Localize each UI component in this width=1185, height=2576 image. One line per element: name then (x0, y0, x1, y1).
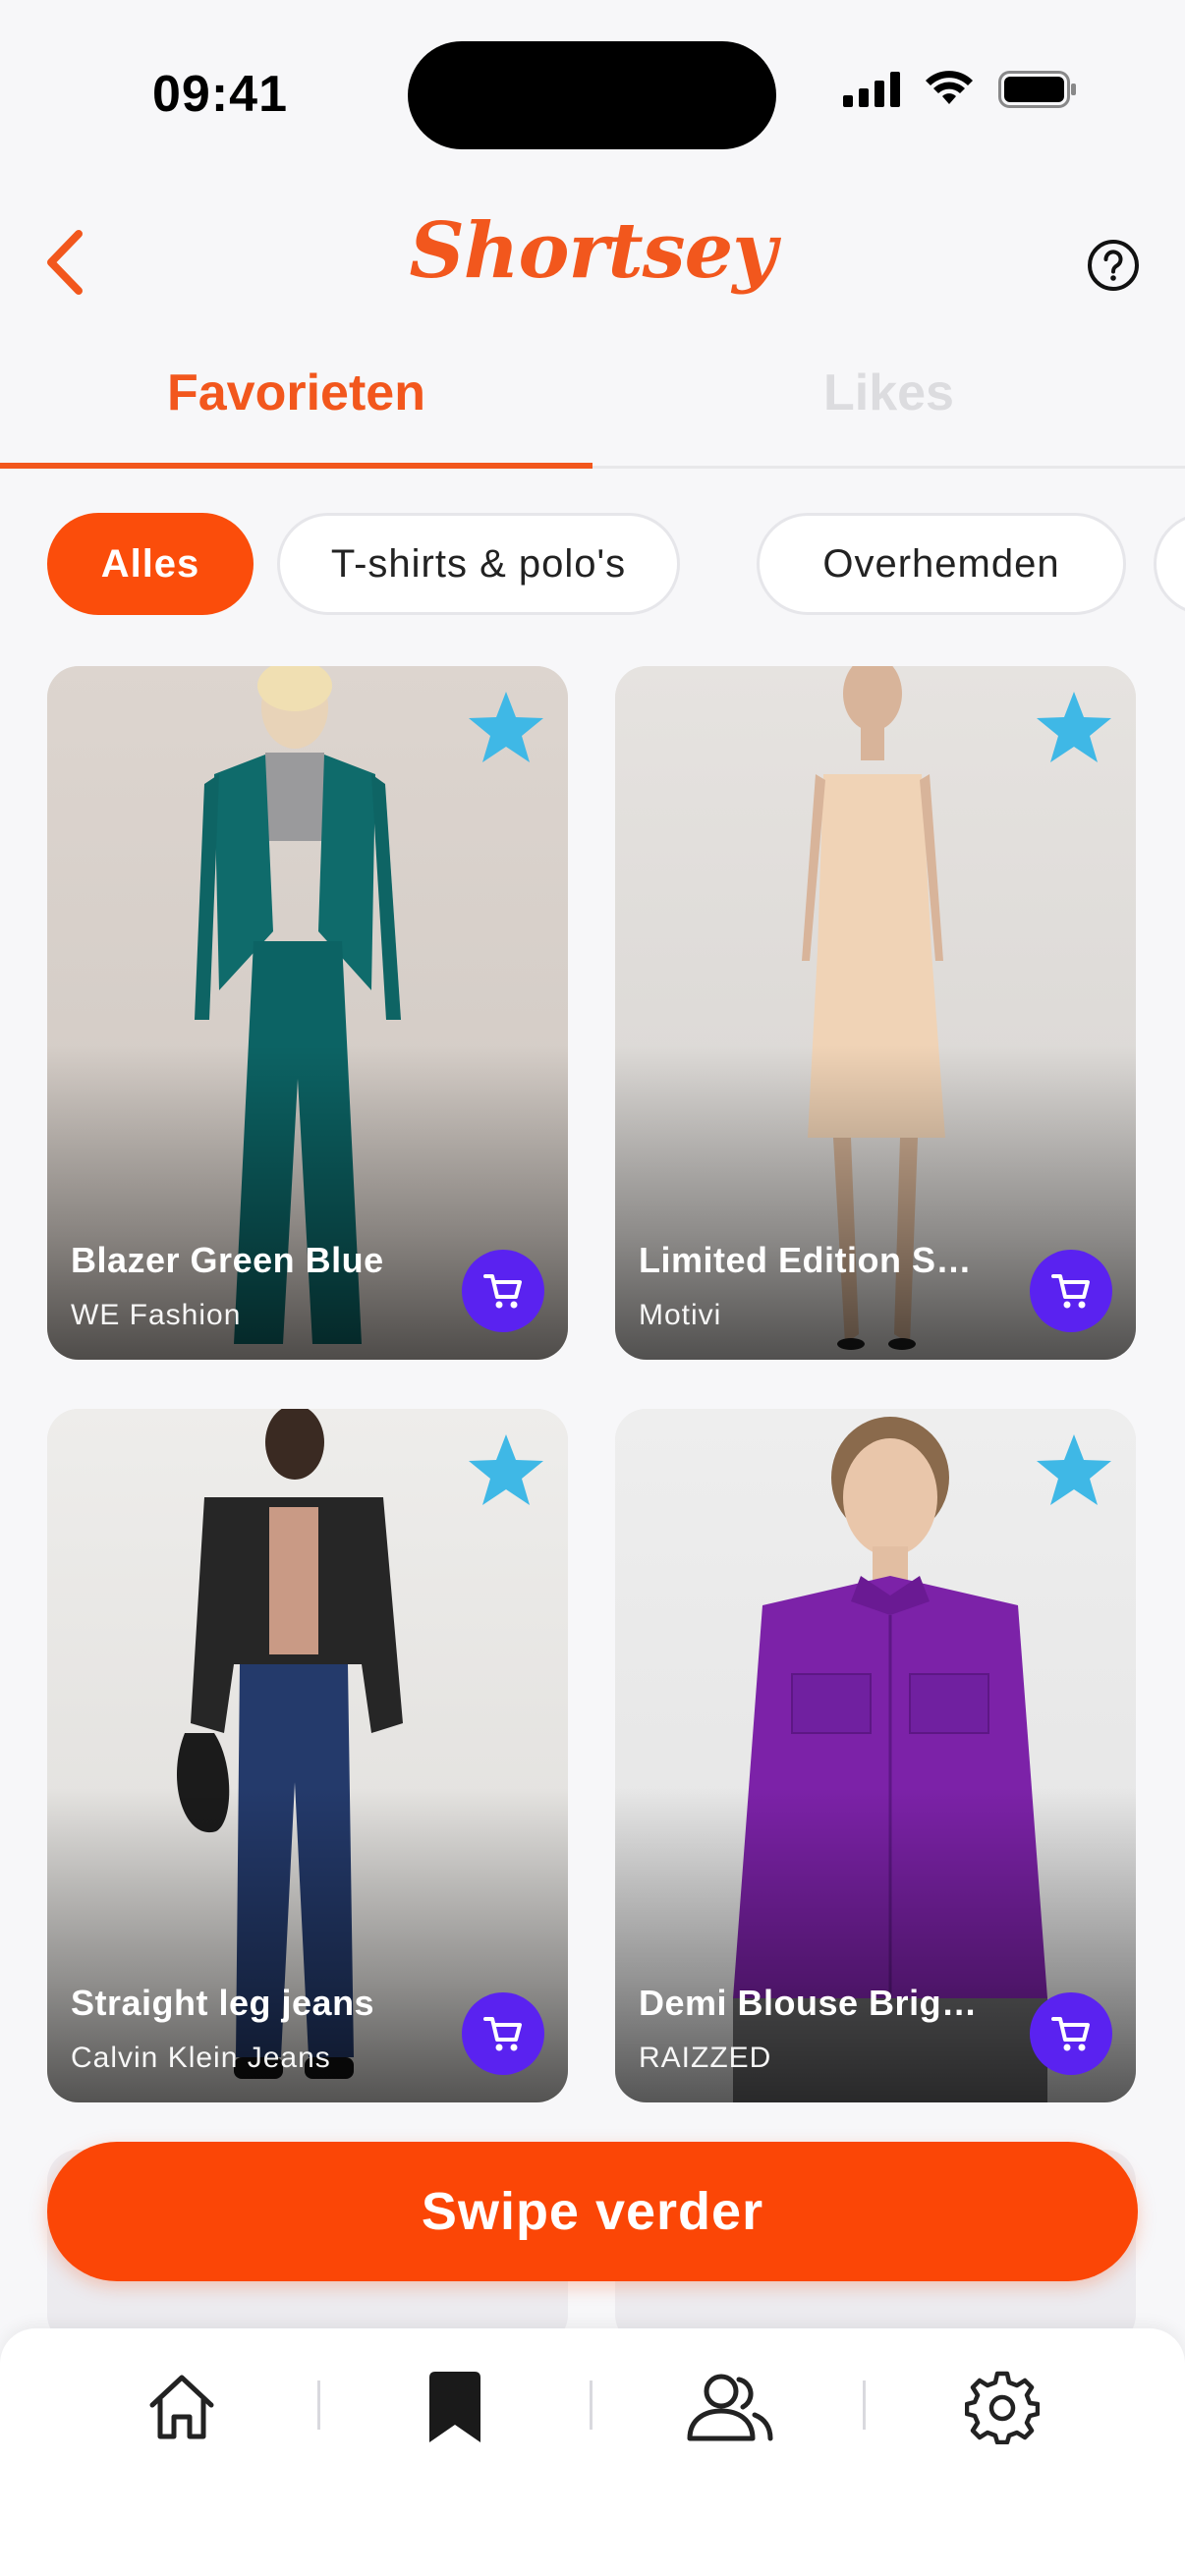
app-logo: Shortsey (409, 206, 776, 296)
tab-favorieten[interactable]: Favorieten (0, 364, 592, 422)
category-filter-bar: Alles T-shirts & polo's Overhemden (47, 513, 1185, 621)
tab-bar: Favorieten Likes (0, 344, 1185, 469)
product-name: Demi Blouse Brigh... (639, 1983, 988, 2023)
dynamic-island (408, 41, 776, 149)
cart-icon (1051, 2017, 1090, 2051)
product-card[interactable]: Limited Edition Sh... Motivi (615, 666, 1136, 1360)
gear-icon (965, 2371, 1040, 2444)
users-icon (687, 2374, 773, 2441)
signal-icon (843, 72, 900, 107)
cart-icon (483, 2017, 522, 2051)
swipe-verder-button[interactable]: Swipe verder (47, 2142, 1138, 2281)
product-name: Blazer Green Blue (71, 1240, 384, 1280)
favorite-star-icon[interactable] (464, 686, 548, 770)
battery-icon (998, 71, 1076, 108)
add-to-cart-button[interactable] (1030, 1250, 1112, 1332)
wifi-icon (926, 71, 973, 104)
add-to-cart-button[interactable] (462, 1250, 544, 1332)
product-name: Limited Edition Sh... (639, 1240, 988, 1280)
status-bar: 09:41 (0, 0, 1185, 187)
status-icons (843, 71, 1077, 108)
filter-chip-tshirts-polos[interactable]: T-shirts & polo's (277, 513, 680, 615)
filter-chip-more[interactable] (1154, 513, 1185, 615)
help-button[interactable] (1087, 239, 1140, 292)
product-brand: RAIZZED (639, 2042, 772, 2074)
status-time: 09:41 (152, 66, 288, 123)
filter-chip-alles[interactable]: Alles (47, 513, 254, 615)
nav-friends[interactable] (680, 2358, 778, 2456)
product-brand: Calvin Klein Jeans (71, 2042, 331, 2074)
add-to-cart-button[interactable] (462, 1992, 544, 2075)
cart-icon (1051, 1274, 1090, 1309)
add-to-cart-button[interactable] (1030, 1992, 1112, 2075)
cart-icon (483, 1274, 522, 1309)
bookmark-icon (429, 2372, 480, 2442)
product-brand: WE Fashion (71, 1299, 242, 1331)
tab-likes[interactable]: Likes (592, 364, 1185, 422)
nav-favorites[interactable] (406, 2358, 504, 2456)
favorite-star-icon[interactable] (1032, 686, 1116, 770)
help-circle-icon (1088, 240, 1139, 291)
product-card[interactable]: Straight leg jeans Calvin Klein Jeans (47, 1409, 568, 2102)
filter-chip-overhemden[interactable]: Overhemden (757, 513, 1126, 615)
favorite-star-icon[interactable] (464, 1428, 548, 1513)
favorite-star-icon[interactable] (1032, 1428, 1116, 1513)
active-tab-indicator (0, 463, 592, 469)
home-icon (149, 2375, 214, 2439)
product-card[interactable]: Demi Blouse Brigh... RAIZZED (615, 1409, 1136, 2102)
nav-settings[interactable] (953, 2358, 1051, 2456)
product-name: Straight leg jeans (71, 1983, 375, 2023)
product-brand: Motivi (639, 1299, 722, 1331)
bottom-navigation (0, 2328, 1185, 2576)
product-card[interactable]: Blazer Green Blue WE Fashion (47, 666, 568, 1360)
nav-home[interactable] (133, 2358, 231, 2456)
